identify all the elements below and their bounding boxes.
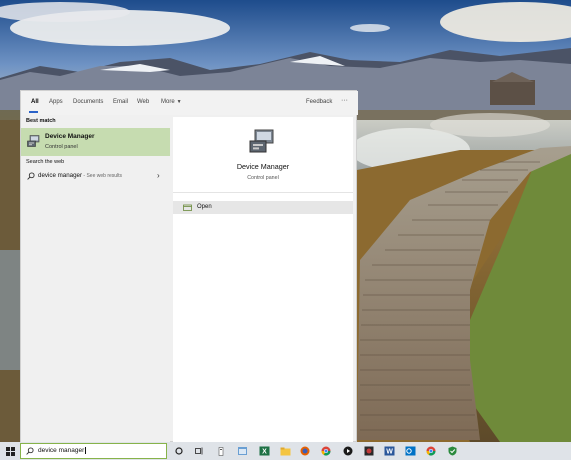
web-results-hint: - See web results bbox=[82, 173, 123, 179]
start-icon bbox=[5, 446, 15, 456]
start-button[interactable] bbox=[2, 442, 18, 460]
cortana-icon bbox=[175, 447, 183, 455]
cortana-button[interactable] bbox=[172, 442, 186, 460]
shield-app-icon bbox=[448, 446, 456, 456]
best-match-heading: Best match bbox=[26, 118, 56, 124]
start-search-panel: All Apps Documents Email Web More ▼ Feedb… bbox=[20, 90, 358, 443]
open-button[interactable]: Open bbox=[173, 201, 353, 214]
taskbar-app-shield[interactable] bbox=[444, 442, 460, 460]
results-list: Best match Device Manager Control panel … bbox=[21, 115, 170, 443]
tab-web[interactable]: Web bbox=[137, 99, 149, 105]
taskbar-app-chrome-2[interactable] bbox=[423, 442, 439, 460]
open-icon bbox=[183, 204, 192, 211]
svg-text:X: X bbox=[262, 449, 267, 456]
tab-more[interactable]: More ▼ bbox=[161, 99, 182, 105]
text-caret bbox=[85, 447, 87, 454]
taskbar-app-chrome[interactable] bbox=[318, 442, 334, 460]
task-view-icon bbox=[194, 447, 202, 455]
svg-text:W: W bbox=[386, 449, 393, 456]
media-app-icon bbox=[343, 446, 353, 456]
taskbar: device manager X W bbox=[0, 442, 571, 460]
preview-subtitle: Control panel bbox=[247, 175, 279, 181]
taskbar-app-outlook[interactable] bbox=[402, 442, 418, 460]
open-label: Open bbox=[197, 204, 212, 210]
preview-header: Device Manager Control panel bbox=[173, 117, 353, 193]
search-icon bbox=[26, 447, 34, 455]
preview-pane: Device Manager Control panel Open bbox=[173, 117, 353, 443]
taskbar-app-word[interactable]: W bbox=[381, 442, 397, 460]
device-manager-icon bbox=[27, 135, 40, 147]
firefox-icon bbox=[300, 446, 310, 456]
tab-documents[interactable]: Documents bbox=[73, 99, 103, 105]
device-manager-large-icon bbox=[249, 129, 274, 153]
chrome-icon bbox=[321, 446, 331, 456]
feedback-link[interactable]: Feedback bbox=[306, 99, 332, 105]
taskbar-app-media[interactable] bbox=[340, 442, 356, 460]
people-icon bbox=[218, 446, 224, 456]
chrome-icon bbox=[426, 446, 436, 456]
taskbar-app-people[interactable] bbox=[214, 442, 228, 460]
active-tab-indicator bbox=[29, 111, 38, 113]
tab-all[interactable]: All bbox=[31, 99, 39, 105]
tab-more-label: More bbox=[161, 99, 175, 105]
taskbar-app-files[interactable] bbox=[234, 442, 250, 460]
web-query-text: device manager bbox=[38, 172, 83, 179]
outlook-icon bbox=[405, 446, 415, 456]
web-query: device manager - See web results bbox=[38, 172, 122, 179]
result-subtitle: Control panel bbox=[45, 144, 78, 150]
tab-email[interactable]: Email bbox=[113, 99, 128, 105]
search-scope-tabs: All Apps Documents Email Web More ▼ Feedb… bbox=[21, 91, 358, 115]
taskbar-app-music[interactable] bbox=[361, 442, 377, 460]
taskbar-app-firefox[interactable] bbox=[297, 442, 313, 460]
music-app-icon bbox=[364, 446, 374, 456]
preview-title: Device Manager bbox=[236, 162, 290, 171]
taskbar-app-excel[interactable]: X bbox=[256, 442, 272, 460]
search-input-text: device manager bbox=[38, 447, 85, 455]
excel-icon: X bbox=[259, 446, 269, 456]
chevron-down-icon: ▼ bbox=[176, 99, 182, 105]
file-explorer-icon bbox=[280, 447, 290, 455]
search-icon bbox=[27, 172, 35, 180]
result-device-manager[interactable]: Device Manager Control panel bbox=[21, 128, 170, 156]
more-options-icon[interactable]: ··· bbox=[341, 97, 348, 104]
chevron-right-icon: › bbox=[157, 171, 160, 180]
task-view-button[interactable] bbox=[192, 442, 206, 460]
files-app-icon bbox=[237, 447, 247, 455]
taskbar-app-file-explorer[interactable] bbox=[277, 442, 293, 460]
tab-apps[interactable]: Apps bbox=[49, 99, 63, 105]
search-input-value: device manager bbox=[38, 447, 87, 455]
web-result-item[interactable]: device manager - See web results › bbox=[21, 168, 170, 184]
search-web-heading: Search the web bbox=[26, 159, 65, 165]
result-title: Device Manager bbox=[45, 133, 95, 140]
taskbar-search-input[interactable]: device manager bbox=[20, 443, 167, 459]
word-icon: W bbox=[384, 446, 394, 456]
